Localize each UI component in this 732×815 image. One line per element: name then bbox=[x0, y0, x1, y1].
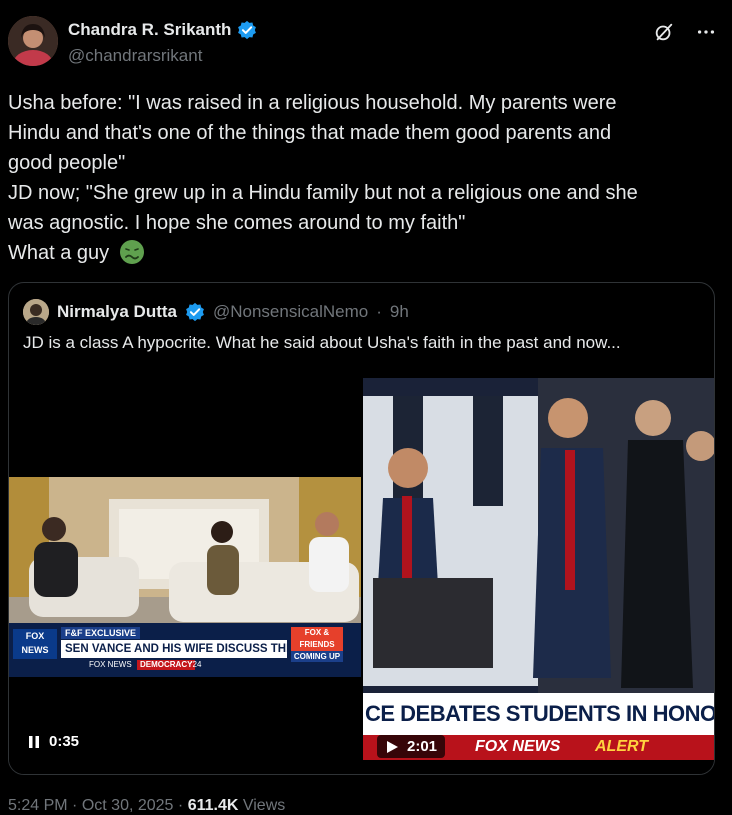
chyron-title: SEN VANCE AND HIS WIFE DISCUSS THEIR FAI… bbox=[61, 640, 287, 658]
alert-network: FOX NEWS bbox=[475, 738, 561, 755]
author-handle[interactable]: @chandrarsrikant bbox=[68, 46, 202, 66]
tweet-line-text: What a guy bbox=[8, 242, 110, 264]
footer-sep: · bbox=[177, 797, 184, 814]
quote-avatar-image bbox=[23, 299, 49, 325]
avatar[interactable] bbox=[8, 16, 58, 66]
alert-label: ALERT bbox=[595, 738, 649, 755]
video-right-frame: CE DEBATES STUDENTS IN HONOR FOX NEWS AL… bbox=[363, 378, 714, 760]
corner-label: FOX & FRIENDS bbox=[291, 627, 343, 651]
chyron-right-title: CE DEBATES STUDENTS IN HONOR bbox=[363, 693, 714, 735]
tweet-text: Usha before: "I was raised in a religiou… bbox=[8, 88, 720, 268]
quote-avatar[interactable] bbox=[23, 299, 49, 325]
tweet-line: good people" bbox=[8, 152, 126, 174]
author-name[interactable]: Chandra R. Srikanth bbox=[68, 20, 257, 40]
author-name-text: Chandra R. Srikanth bbox=[68, 20, 232, 39]
fox-news-logo: FOX NEWS bbox=[13, 629, 57, 659]
footer-sep: · bbox=[72, 797, 78, 814]
video-right-duration: 2:01 bbox=[377, 735, 446, 758]
post-time[interactable]: 5:24 PM bbox=[8, 797, 68, 814]
quote-author-name[interactable]: Nirmalya Dutta bbox=[57, 302, 177, 322]
video-left-time: 0:35 bbox=[49, 733, 80, 750]
quote-header: Nirmalya Dutta @NonsensicalNemo · 9h bbox=[23, 299, 409, 325]
nauseated-face-icon bbox=[119, 240, 144, 264]
play-icon[interactable] bbox=[385, 740, 399, 754]
video-right[interactable]: CE DEBATES STUDENTS IN HONOR FOX NEWS AL… bbox=[363, 378, 714, 774]
quote-author-handle[interactable]: @NonsensicalNemo bbox=[213, 302, 368, 322]
tweet-line: was agnostic. I hope she comes around to… bbox=[8, 212, 466, 234]
verified-badge-icon bbox=[238, 20, 257, 40]
chyron-tag: F&F EXCLUSIVE bbox=[61, 627, 141, 639]
quote-time[interactable]: 9h bbox=[390, 302, 409, 322]
tweet-footer: 5:24 PM · Oct 30, 2025 · 611.4K Views bbox=[8, 797, 285, 815]
pause-icon[interactable] bbox=[27, 735, 41, 749]
tweet-line: Hindu and that's one of the things that … bbox=[8, 122, 612, 144]
tweet-line: Usha before: "I was raised in a religiou… bbox=[8, 92, 617, 114]
chyron-left: F&F EXCLUSIVE SEN VANCE AND HIS WIFE DIS… bbox=[9, 623, 361, 677]
corner-sub: COMING UP bbox=[291, 651, 343, 662]
ticker-number: '24 bbox=[191, 660, 202, 669]
tweet-header: Chandra R. Srikanth @chandrarsrikant bbox=[8, 14, 724, 70]
tweet-line-last: What a guy bbox=[8, 238, 720, 268]
video-left-duration: 0:35 bbox=[27, 733, 79, 750]
video-left[interactable]: F&F EXCLUSIVE SEN VANCE AND HIS WIFE DIS… bbox=[9, 378, 361, 774]
grok-icon[interactable] bbox=[652, 20, 676, 44]
quote-verified-badge-icon bbox=[186, 302, 204, 322]
tweet-line: JD now; "She grew up in a Hindu family b… bbox=[8, 182, 638, 204]
views-count[interactable]: 611.4K bbox=[188, 797, 239, 814]
video-left-frame: F&F EXCLUSIVE SEN VANCE AND HIS WIFE DIS… bbox=[9, 477, 361, 677]
ticker-tag: DEMOCRACY bbox=[137, 660, 196, 670]
more-icon[interactable] bbox=[694, 20, 718, 44]
avatar-image bbox=[8, 16, 58, 66]
post-date[interactable]: Oct 30, 2025 bbox=[82, 797, 174, 814]
video-right-time: 2:01 bbox=[407, 738, 438, 755]
header-actions bbox=[652, 20, 718, 44]
ticker-network: FOX NEWS bbox=[89, 660, 132, 669]
tweet-detail: Chandra R. Srikanth @chandrarsrikant Ush… bbox=[0, 0, 732, 815]
views-label: Views bbox=[242, 797, 286, 814]
quote-text: JD is a class A hypocrite. What he said … bbox=[23, 333, 621, 352]
quote-tweet-card[interactable]: Nirmalya Dutta @NonsensicalNemo · 9h JD … bbox=[8, 282, 715, 775]
quote-separator: · bbox=[376, 302, 382, 321]
